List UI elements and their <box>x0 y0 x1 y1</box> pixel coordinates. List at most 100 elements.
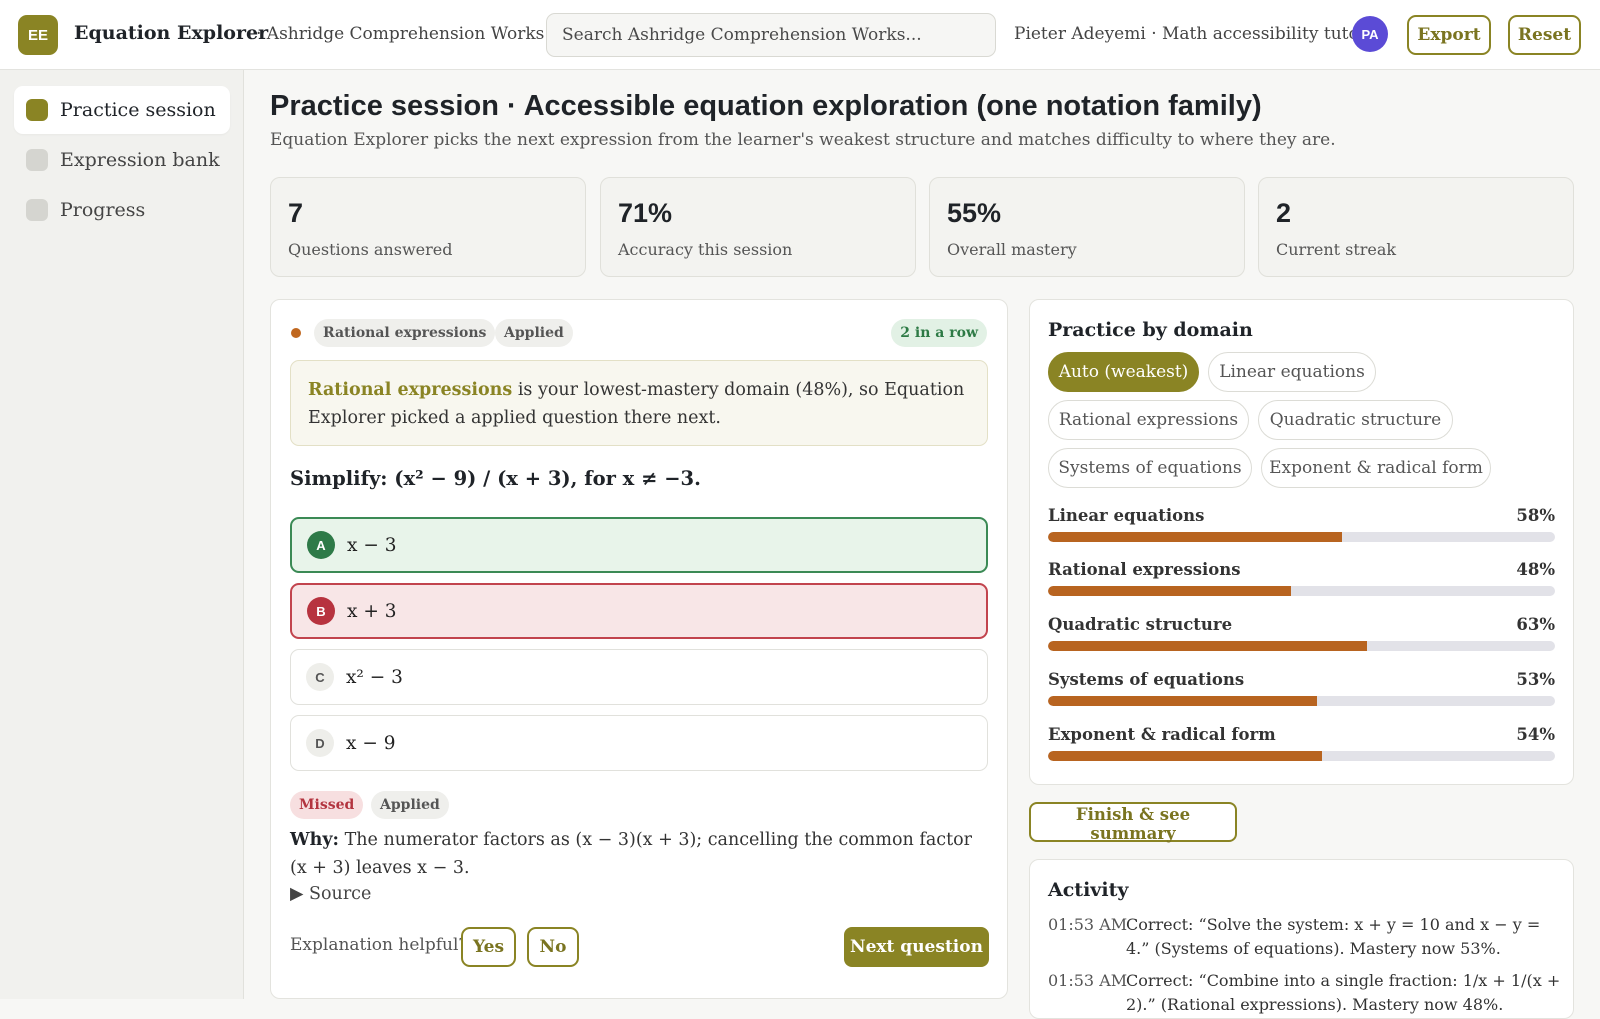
stat-label: Current streak <box>1276 240 1397 259</box>
sidebar-item-expression-bank[interactable]: Expression bank <box>14 136 230 184</box>
mastery-name: Rational expressions <box>1048 560 1241 579</box>
sidebar: Practice session Expression bank Progres… <box>0 70 244 999</box>
mastery-row-systems-of-equations: Systems of equations 53% <box>1048 670 1555 716</box>
option-letter: A <box>307 531 335 559</box>
mastery-percent: 63% <box>1516 615 1555 634</box>
app-logo: EE <box>18 15 58 55</box>
sidebar-item-progress[interactable]: Progress <box>14 186 230 234</box>
mastery-row-quadratic-structure: Quadratic structure 63% <box>1048 615 1555 661</box>
mastery-bar-fill <box>1048 641 1368 651</box>
helpful-yes-button[interactable]: Yes <box>461 927 516 967</box>
mastery-percent: 54% <box>1516 725 1555 744</box>
stat-label: Questions answered <box>288 240 453 259</box>
mastery-bar-track <box>1048 751 1555 761</box>
helpful-prompt: Explanation helpful? <box>290 935 468 955</box>
stat-value: 71% <box>618 198 673 228</box>
option-c[interactable]: C x² − 3 <box>290 649 988 705</box>
source-toggle[interactable]: ▶ Source <box>290 884 371 904</box>
mastery-bar-track <box>1048 641 1555 651</box>
mastery-row-linear-equations: Linear equations 58% <box>1048 506 1555 552</box>
activity-text: Correct: “Solve the system: x + y = 10 a… <box>1126 915 1541 958</box>
mastery-percent: 58% <box>1516 506 1555 525</box>
option-text: x + 3 <box>347 600 397 622</box>
stat-overall-mastery: 55% Overall mastery <box>929 177 1245 277</box>
option-b[interactable]: B x + 3 <box>290 583 988 639</box>
stat-current-streak: 2 Current streak <box>1258 177 1574 277</box>
mastery-row-exponent-radical-form: Exponent & radical form 54% <box>1048 725 1555 771</box>
activity-time: 01:53 AM <box>1048 971 1128 990</box>
result-badge: Missed <box>290 791 364 819</box>
why-text: The numerator factors as (x − 3)(x + 3);… <box>290 830 972 878</box>
top-bar: EE Equation Explorer · Ashridge Comprehe… <box>0 0 1600 70</box>
expression-bank-icon <box>26 149 48 171</box>
activity-text: Correct: “Combine into a single fraction… <box>1126 971 1561 1014</box>
stat-accuracy: 71% Accuracy this session <box>600 177 916 277</box>
mastery-name: Systems of equations <box>1048 670 1245 689</box>
user-name: Pieter Adeyemi · Math accessibility tuto… <box>1014 24 1367 44</box>
level-tag: Applied <box>495 319 573 347</box>
option-a[interactable]: A x − 3 <box>290 517 988 573</box>
sidebar-item-label: Expression bank <box>60 149 220 171</box>
chip-exponent-radical-form[interactable]: Exponent & radical form <box>1261 448 1491 488</box>
activity-title: Activity <box>1048 879 1129 901</box>
search-input[interactable] <box>546 13 996 57</box>
mastery-name: Linear equations <box>1048 506 1205 525</box>
option-text: x − 3 <box>347 534 397 556</box>
option-letter: D <box>306 729 334 757</box>
mastery-bar-fill <box>1048 586 1292 596</box>
mastery-bar-fill <box>1048 532 1343 542</box>
streak-badge: 2 in a row <box>891 319 987 347</box>
page-title: Practice session · Accessible equation e… <box>270 90 1262 122</box>
mastery-bar-track <box>1048 696 1555 706</box>
mastery-percent: 53% <box>1516 670 1555 689</box>
option-text: x − 9 <box>346 732 396 754</box>
stat-value: 7 <box>288 198 304 228</box>
chip-linear-equations[interactable]: Linear equations <box>1208 352 1376 392</box>
chip-auto-weakest[interactable]: Auto (weakest) <box>1048 352 1199 392</box>
mastery-percent: 48% <box>1516 560 1555 579</box>
chip-rational-expressions[interactable]: Rational expressions <box>1048 400 1249 440</box>
org-name: · Ashridge Comprehension Works <box>256 24 545 44</box>
mastery-name: Quadratic structure <box>1048 615 1233 634</box>
chip-quadratic-structure[interactable]: Quadratic structure <box>1258 400 1453 440</box>
option-d[interactable]: D x − 9 <box>290 715 988 771</box>
domain-tag: Rational expressions <box>314 319 496 347</box>
hint-domain: Rational expressions <box>308 380 513 400</box>
explanation: Why: The numerator factors as (x − 3)(x … <box>290 826 990 882</box>
stat-questions-answered: 7 Questions answered <box>270 177 586 277</box>
practice-session-icon <box>26 99 48 121</box>
mastery-name: Exponent & radical form <box>1048 725 1276 744</box>
domain-dot-icon <box>291 328 301 338</box>
stat-value: 55% <box>947 198 1002 228</box>
export-button[interactable]: Export <box>1407 15 1491 55</box>
option-letter: B <box>307 597 335 625</box>
stat-value: 2 <box>1276 198 1292 228</box>
page-subtitle: Equation Explorer picks the next express… <box>270 130 1336 150</box>
helpful-no-button[interactable]: No <box>527 927 579 967</box>
mastery-bar-fill <box>1048 696 1317 706</box>
chip-systems-of-equations[interactable]: Systems of equations <box>1048 448 1252 488</box>
finish-summary-button[interactable]: Finish & see summary <box>1029 802 1237 843</box>
question-card: Rational expressions Applied 2 in a row … <box>270 299 1008 999</box>
activity-card: Activity 01:53 AM Correct: “Solve the sy… <box>1029 859 1574 1019</box>
selection-hint: Rational expressions is your lowest-mast… <box>290 360 988 446</box>
activity-time: 01:53 AM <box>1048 915 1128 934</box>
app-name: Equation Explorer <box>74 22 269 44</box>
option-text: x² − 3 <box>346 666 403 688</box>
sidebar-item-label: Progress <box>60 199 146 221</box>
mastery-row-rational-expressions: Rational expressions 48% <box>1048 560 1555 606</box>
mastery-bar-track <box>1048 586 1555 596</box>
option-letter: C <box>306 663 334 691</box>
mastery-bar-track <box>1048 532 1555 542</box>
sidebar-item-practice-session[interactable]: Practice session <box>14 86 230 134</box>
stat-label: Accuracy this session <box>618 240 793 259</box>
domain-card-title: Practice by domain <box>1048 319 1253 341</box>
sidebar-item-label: Practice session <box>60 99 216 121</box>
stat-label: Overall mastery <box>947 240 1077 259</box>
practice-by-domain-card: Practice by domain Auto (weakest) Linear… <box>1029 299 1574 785</box>
avatar[interactable]: PA <box>1352 16 1388 52</box>
mastery-bar-fill <box>1048 751 1322 761</box>
next-question-button[interactable]: Next question <box>844 927 989 967</box>
progress-icon <box>26 199 48 221</box>
reset-button[interactable]: Reset <box>1508 15 1581 55</box>
